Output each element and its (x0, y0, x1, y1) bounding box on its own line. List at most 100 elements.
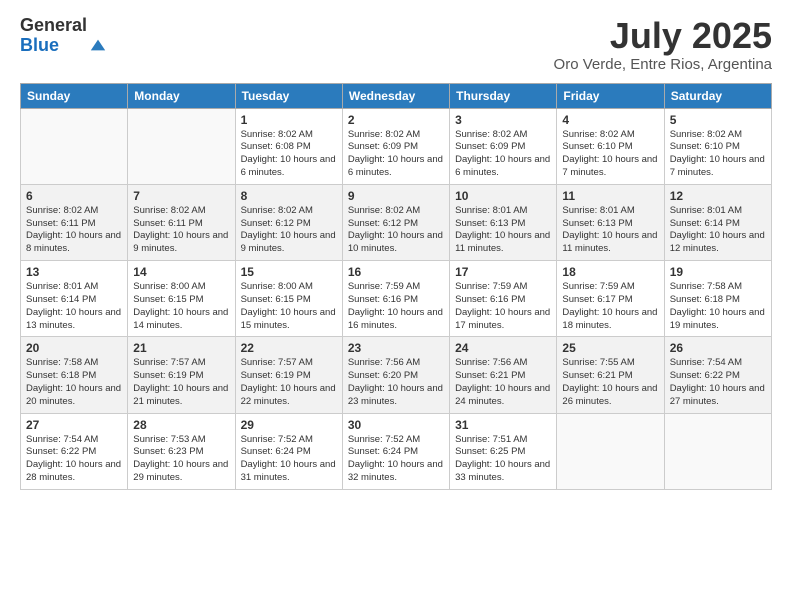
calendar-day-cell: 9 Sunrise: 8:02 AM Sunset: 6:12 PM Daylig… (342, 184, 449, 260)
day-info: Sunrise: 7:52 AM Sunset: 6:24 PM Dayligh… (348, 434, 444, 485)
day-info: Sunrise: 8:01 AM Sunset: 6:14 PM Dayligh… (26, 281, 122, 332)
day-number: 25 (562, 341, 658, 355)
calendar-table: SundayMondayTuesdayWednesdayThursdayFrid… (20, 83, 772, 490)
calendar-day-cell (21, 108, 128, 184)
day-info: Sunrise: 7:51 AM Sunset: 6:25 PM Dayligh… (455, 434, 551, 485)
day-info: Sunrise: 7:58 AM Sunset: 6:18 PM Dayligh… (670, 281, 766, 332)
day-info: Sunrise: 7:52 AM Sunset: 6:24 PM Dayligh… (241, 434, 337, 485)
calendar-day-cell (557, 413, 664, 489)
day-number: 19 (670, 265, 766, 279)
calendar-day-cell: 22 Sunrise: 7:57 AM Sunset: 6:19 PM Dayli… (235, 337, 342, 413)
day-number: 6 (26, 189, 122, 203)
calendar-day-cell: 29 Sunrise: 7:52 AM Sunset: 6:24 PM Dayli… (235, 413, 342, 489)
day-number: 3 (455, 113, 551, 127)
day-info: Sunrise: 8:02 AM Sunset: 6:12 PM Dayligh… (348, 205, 444, 256)
calendar-day-cell: 17 Sunrise: 7:59 AM Sunset: 6:16 PM Dayli… (450, 261, 557, 337)
calendar-day-cell (128, 108, 235, 184)
calendar-day-cell: 10 Sunrise: 8:01 AM Sunset: 6:13 PM Dayli… (450, 184, 557, 260)
calendar-day-cell: 30 Sunrise: 7:52 AM Sunset: 6:24 PM Dayli… (342, 413, 449, 489)
day-number: 16 (348, 265, 444, 279)
day-number: 31 (455, 418, 551, 432)
day-number: 2 (348, 113, 444, 127)
calendar-day-cell: 28Sunrise: 7:53 AM Sunset: 6:23 PM Dayli… (128, 413, 235, 489)
day-number: 9 (348, 189, 444, 203)
calendar-day-cell: 25 Sunrise: 7:55 AM Sunset: 6:21 PM Dayli… (557, 337, 664, 413)
day-number: 18 (562, 265, 658, 279)
calendar-day-cell: 14 Sunrise: 8:00 AM Sunset: 6:15 PM Dayli… (128, 261, 235, 337)
day-info: Sunrise: 8:01 AM Sunset: 6:13 PM Dayligh… (562, 205, 658, 256)
day-info: Sunrise: 7:57 AM Sunset: 6:19 PM Dayligh… (133, 357, 229, 408)
day-info: Sunrise: 7:57 AM Sunset: 6:19 PM Dayligh… (241, 357, 337, 408)
day-number: 26 (670, 341, 766, 355)
day-info: Sunrise: 8:00 AM Sunset: 6:15 PM Dayligh… (133, 281, 229, 332)
day-info: Sunrise: 7:59 AM Sunset: 6:16 PM Dayligh… (455, 281, 551, 332)
day-info: Sunrise: 7:54 AM Sunset: 6:22 PM Dayligh… (670, 357, 766, 408)
day-info: Sunrise: 7:59 AM Sunset: 6:17 PM Dayligh… (562, 281, 658, 332)
calendar-day-cell (664, 413, 771, 489)
calendar-day-cell: 27 Sunrise: 7:54 AM Sunset: 6:22 PM Dayli… (21, 413, 128, 489)
main-title: July 2025 (554, 16, 772, 56)
day-info: Sunrise: 8:02 AM Sunset: 6:09 PM Dayligh… (455, 129, 551, 180)
calendar-day-cell: 6 Sunrise: 8:02 AM Sunset: 6:11 PM Daylig… (21, 184, 128, 260)
day-info: Sunrise: 8:02 AM Sunset: 6:12 PM Dayligh… (241, 205, 337, 256)
day-number: 17 (455, 265, 551, 279)
page: General Blue July 2025 Oro Verde, Entre … (0, 0, 792, 612)
day-number: 21 (133, 341, 229, 355)
calendar-day-cell: 7Sunrise: 8:02 AM Sunset: 6:11 PM Daylig… (128, 184, 235, 260)
day-number: 10 (455, 189, 551, 203)
calendar-day-cell: 11 Sunrise: 8:01 AM Sunset: 6:13 PM Dayli… (557, 184, 664, 260)
day-info: Sunrise: 8:01 AM Sunset: 6:13 PM Dayligh… (455, 205, 551, 256)
calendar-day-cell: 26 Sunrise: 7:54 AM Sunset: 6:22 PM Dayli… (664, 337, 771, 413)
day-number: 15 (241, 265, 337, 279)
day-info: Sunrise: 8:00 AM Sunset: 6:15 PM Dayligh… (241, 281, 337, 332)
day-number: 30 (348, 418, 444, 432)
calendar-day-cell: 8 Sunrise: 8:02 AM Sunset: 6:12 PM Daylig… (235, 184, 342, 260)
day-number: 11 (562, 189, 658, 203)
calendar-week-row: 13 Sunrise: 8:01 AM Sunset: 6:14 PM Dayli… (21, 261, 772, 337)
logo-general-text: General (20, 16, 87, 36)
calendar-header-thursday: Thursday (450, 83, 557, 108)
title-section: July 2025 Oro Verde, Entre Rios, Argenti… (554, 16, 772, 73)
day-info: Sunrise: 8:02 AM Sunset: 6:11 PM Dayligh… (26, 205, 122, 256)
calendar-day-cell: 5 Sunrise: 8:02 AM Sunset: 6:10 PM Daylig… (664, 108, 771, 184)
day-info: Sunrise: 7:53 AM Sunset: 6:23 PM Dayligh… (133, 434, 229, 485)
day-number: 23 (348, 341, 444, 355)
calendar-header-row: SundayMondayTuesdayWednesdayThursdayFrid… (21, 83, 772, 108)
subtitle: Oro Verde, Entre Rios, Argentina (554, 56, 772, 73)
logo-blue-text: Blue (20, 36, 87, 56)
calendar-day-cell: 13 Sunrise: 8:01 AM Sunset: 6:14 PM Dayli… (21, 261, 128, 337)
calendar-day-cell: 3 Sunrise: 8:02 AM Sunset: 6:09 PM Daylig… (450, 108, 557, 184)
calendar-header-wednesday: Wednesday (342, 83, 449, 108)
calendar-day-cell: 21 Sunrise: 7:57 AM Sunset: 6:19 PM Dayli… (128, 337, 235, 413)
day-info: Sunrise: 8:02 AM Sunset: 6:11 PM Dayligh… (133, 205, 229, 256)
logo-text: General Blue (20, 16, 87, 56)
day-number: 29 (241, 418, 337, 432)
calendar-day-cell: 16 Sunrise: 7:59 AM Sunset: 6:16 PM Dayli… (342, 261, 449, 337)
day-info: Sunrise: 8:02 AM Sunset: 6:08 PM Dayligh… (241, 129, 337, 180)
calendar-day-cell: 31 Sunrise: 7:51 AM Sunset: 6:25 PM Dayli… (450, 413, 557, 489)
calendar-header-monday: Monday (128, 83, 235, 108)
day-info: Sunrise: 8:01 AM Sunset: 6:14 PM Dayligh… (670, 205, 766, 256)
day-number: 13 (26, 265, 122, 279)
day-info: Sunrise: 8:02 AM Sunset: 6:09 PM Dayligh… (348, 129, 444, 180)
day-info: Sunrise: 7:59 AM Sunset: 6:16 PM Dayligh… (348, 281, 444, 332)
logo-icon (89, 36, 107, 54)
day-number: 4 (562, 113, 658, 127)
day-number: 27 (26, 418, 122, 432)
calendar-day-cell: 1Sunrise: 8:02 AM Sunset: 6:08 PM Daylig… (235, 108, 342, 184)
day-info: Sunrise: 7:58 AM Sunset: 6:18 PM Dayligh… (26, 357, 122, 408)
day-info: Sunrise: 7:55 AM Sunset: 6:21 PM Dayligh… (562, 357, 658, 408)
calendar-week-row: 20 Sunrise: 7:58 AM Sunset: 6:18 PM Dayli… (21, 337, 772, 413)
day-info: Sunrise: 7:54 AM Sunset: 6:22 PM Dayligh… (26, 434, 122, 485)
day-number: 5 (670, 113, 766, 127)
day-number: 8 (241, 189, 337, 203)
day-number: 24 (455, 341, 551, 355)
calendar-day-cell: 23Sunrise: 7:56 AM Sunset: 6:20 PM Dayli… (342, 337, 449, 413)
calendar-day-cell: 12 Sunrise: 8:01 AM Sunset: 6:14 PM Dayli… (664, 184, 771, 260)
day-number: 22 (241, 341, 337, 355)
day-number: 20 (26, 341, 122, 355)
day-number: 12 (670, 189, 766, 203)
calendar-day-cell: 15 Sunrise: 8:00 AM Sunset: 6:15 PM Dayli… (235, 261, 342, 337)
day-number: 14 (133, 265, 229, 279)
day-info: Sunrise: 8:02 AM Sunset: 6:10 PM Dayligh… (670, 129, 766, 180)
